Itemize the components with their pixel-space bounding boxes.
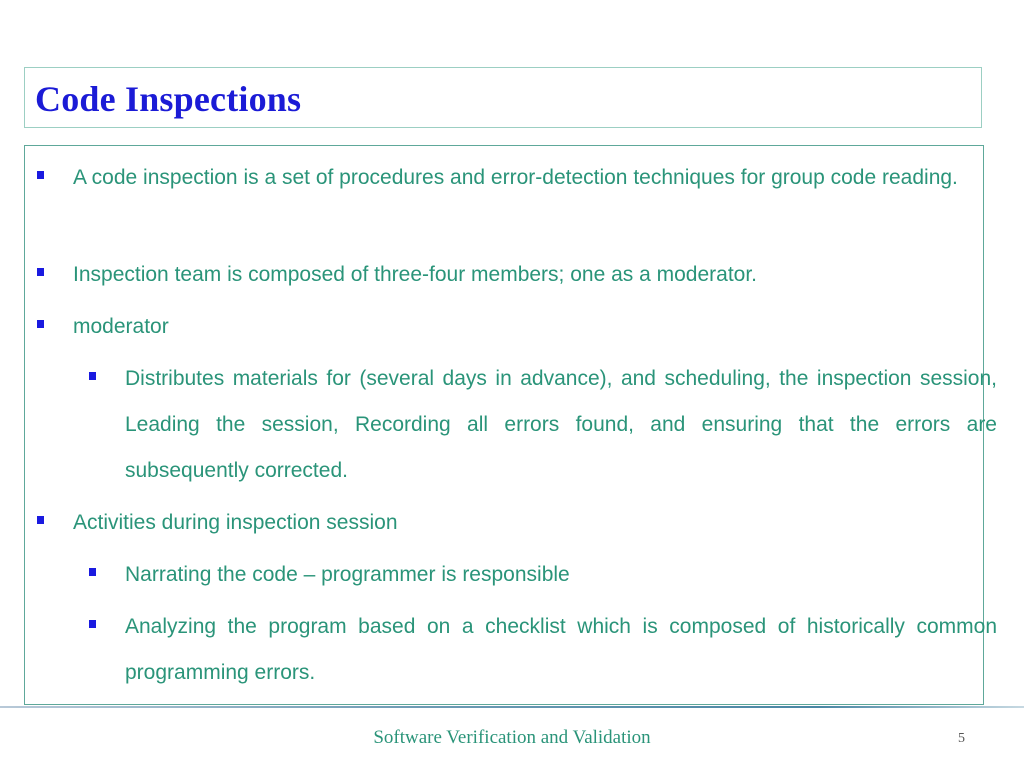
- square-bullet-icon: [89, 372, 96, 380]
- sub-bullet-item: Distributes materials for (several days …: [125, 367, 997, 482]
- sub-bullet-item: Analyzing the program based on a checkli…: [125, 615, 997, 684]
- square-bullet-icon: [37, 171, 44, 179]
- bullet-item: moderator: [73, 315, 169, 338]
- bullet-item: Activities during inspection session: [73, 511, 398, 534]
- bullet-item: A code inspection is a set of procedures…: [73, 166, 958, 189]
- bullet-item: Inspection team is composed of three-fou…: [73, 263, 758, 286]
- title-box: Code Inspections: [24, 67, 982, 128]
- square-bullet-icon: [37, 516, 44, 524]
- footer-divider: [0, 706, 1024, 708]
- page-number: 5: [958, 731, 965, 746]
- slide-title: Code Inspections: [35, 79, 302, 119]
- square-bullet-icon: [37, 320, 44, 328]
- square-bullet-icon: [37, 268, 44, 276]
- square-bullet-icon: [89, 568, 96, 576]
- content-box: A code inspection is a set of procedures…: [24, 145, 997, 705]
- square-bullet-icon: [89, 620, 96, 628]
- footer-text: Software Verification and Validation: [373, 727, 651, 748]
- sub-bullet-item: Narrating the code – programmer is respo…: [125, 563, 570, 586]
